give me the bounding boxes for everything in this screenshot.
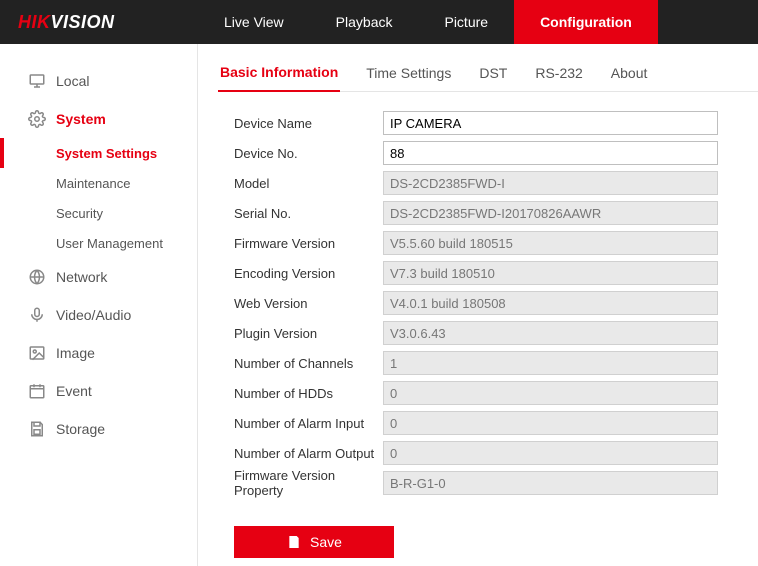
tab-label: RS-232: [535, 65, 582, 81]
tab-rs232[interactable]: RS-232: [533, 59, 584, 91]
topnav-configuration[interactable]: Configuration: [514, 0, 658, 44]
sidebar-sub-label: User Management: [56, 236, 163, 251]
input-plugin-version: [383, 321, 718, 345]
topnav-live-view[interactable]: Live View: [198, 0, 310, 44]
input-firmware-version: [383, 231, 718, 255]
tab-label: About: [611, 65, 648, 81]
topnav-label: Configuration: [540, 14, 632, 30]
label-web-version: Web Version: [218, 296, 383, 311]
sidebar: Local System System Settings Maintenance…: [0, 44, 198, 566]
label-alarm-out: Number of Alarm Output: [218, 446, 383, 461]
label-fw-prop: Firmware Version Property: [218, 468, 383, 498]
sidebar-item-label: System: [56, 111, 106, 127]
save-button-label: Save: [310, 534, 342, 550]
input-hdds: [383, 381, 718, 405]
sidebar-sub-security[interactable]: Security: [0, 198, 197, 228]
logo-text-2: VISION: [51, 12, 115, 32]
topnav: Live View Playback Picture Configuration: [198, 0, 758, 44]
topbar: HIKVISION Live View Playback Picture Con…: [0, 0, 758, 44]
sidebar-sub-user-management[interactable]: User Management: [0, 228, 197, 258]
tab-label: DST: [479, 65, 507, 81]
tab-time-settings[interactable]: Time Settings: [364, 59, 453, 91]
topnav-label: Picture: [444, 14, 488, 30]
input-model: [383, 171, 718, 195]
topnav-picture[interactable]: Picture: [418, 0, 514, 44]
sidebar-sub-maintenance[interactable]: Maintenance: [0, 168, 197, 198]
label-alarm-in: Number of Alarm Input: [218, 416, 383, 431]
label-model: Model: [218, 176, 383, 191]
sidebar-item-label: Image: [56, 345, 95, 361]
topnav-label: Playback: [336, 14, 393, 30]
image-icon: [28, 344, 46, 362]
sidebar-item-label: Network: [56, 269, 107, 285]
save-button[interactable]: Save: [234, 526, 394, 558]
monitor-icon: [28, 72, 46, 90]
logo: HIKVISION: [0, 0, 198, 44]
gear-icon: [28, 110, 46, 128]
label-plugin-version: Plugin Version: [218, 326, 383, 341]
tab-label: Basic Information: [220, 64, 338, 80]
sidebar-sub-system-settings[interactable]: System Settings: [0, 138, 197, 168]
tabs: Basic Information Time Settings DST RS-2…: [218, 58, 758, 92]
input-alarm-in: [383, 411, 718, 435]
label-channels: Number of Channels: [218, 356, 383, 371]
input-web-version: [383, 291, 718, 315]
label-device-name: Device Name: [218, 116, 383, 131]
sidebar-item-local[interactable]: Local: [0, 62, 197, 100]
tab-basic-information[interactable]: Basic Information: [218, 58, 340, 92]
label-hdds: Number of HDDs: [218, 386, 383, 401]
sidebar-item-label: Video/Audio: [56, 307, 131, 323]
input-device-no[interactable]: [383, 141, 718, 165]
sidebar-item-label: Event: [56, 383, 92, 399]
main-panel: Basic Information Time Settings DST RS-2…: [198, 44, 758, 566]
input-serial-no: [383, 201, 718, 225]
input-device-name[interactable]: [383, 111, 718, 135]
label-serial-no: Serial No.: [218, 206, 383, 221]
sidebar-sub-label: Maintenance: [56, 176, 130, 191]
sidebar-sub-label: Security: [56, 206, 103, 221]
basic-info-form: Device Name Device No. Model Serial No. …: [218, 108, 758, 498]
sidebar-item-video-audio[interactable]: Video/Audio: [0, 296, 197, 334]
topnav-label: Live View: [224, 14, 284, 30]
save-icon: [28, 420, 46, 438]
input-fw-prop: [383, 471, 718, 495]
save-icon: [286, 534, 302, 550]
logo-text-1: HIK: [18, 12, 51, 32]
sidebar-sub-label: System Settings: [56, 146, 157, 161]
tab-dst[interactable]: DST: [477, 59, 509, 91]
sidebar-item-storage[interactable]: Storage: [0, 410, 197, 448]
topnav-playback[interactable]: Playback: [310, 0, 419, 44]
sidebar-item-event[interactable]: Event: [0, 372, 197, 410]
sidebar-item-label: Storage: [56, 421, 105, 437]
sidebar-item-image[interactable]: Image: [0, 334, 197, 372]
calendar-icon: [28, 382, 46, 400]
input-alarm-out: [383, 441, 718, 465]
tab-about[interactable]: About: [609, 59, 650, 91]
sidebar-item-network[interactable]: Network: [0, 258, 197, 296]
globe-icon: [28, 268, 46, 286]
mic-icon: [28, 306, 46, 324]
label-device-no: Device No.: [218, 146, 383, 161]
sidebar-item-label: Local: [56, 73, 89, 89]
sidebar-item-system[interactable]: System: [0, 100, 197, 138]
input-channels: [383, 351, 718, 375]
label-firmware-version: Firmware Version: [218, 236, 383, 251]
label-encoding-version: Encoding Version: [218, 266, 383, 281]
tab-label: Time Settings: [366, 65, 451, 81]
input-encoding-version: [383, 261, 718, 285]
